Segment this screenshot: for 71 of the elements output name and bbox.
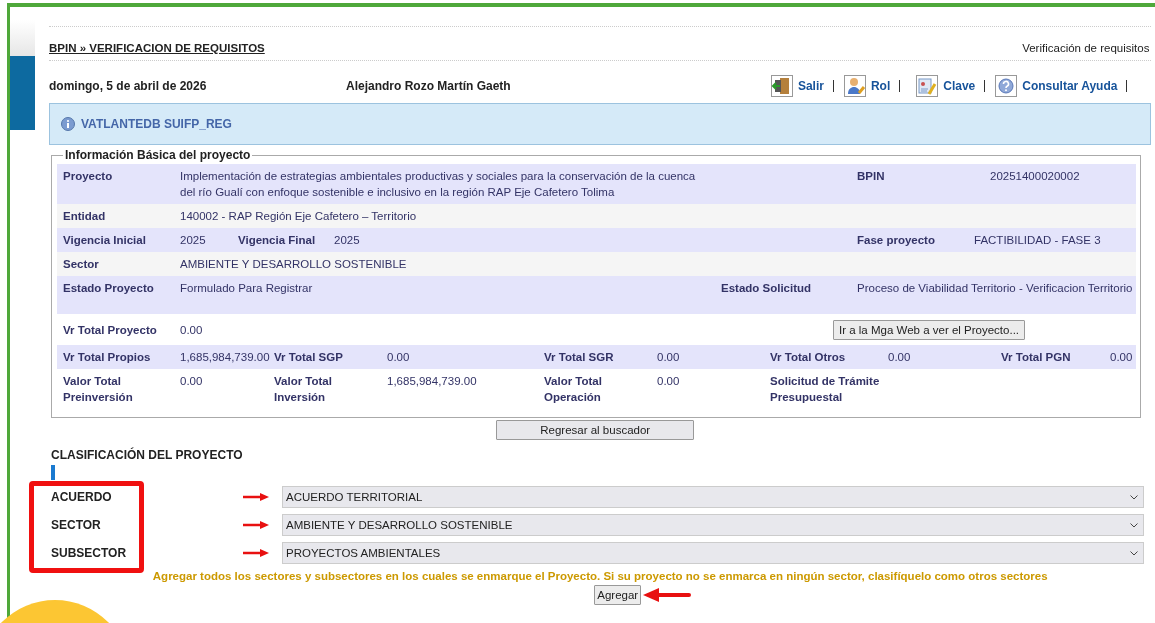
field-label: Vr Total Otros xyxy=(769,350,847,365)
date-text: domingo, 5 de abril de 2026 xyxy=(49,79,208,93)
field-label: Valor Total Inversión xyxy=(273,374,333,405)
section-marker xyxy=(51,465,55,480)
dropdown[interactable]: ACUERDO TERRITORIAL xyxy=(282,486,1145,508)
field-value: 2025 xyxy=(333,233,361,248)
add-button[interactable]: Agregar xyxy=(594,585,642,605)
field-label: Solicitud de Trámite Presupuestal xyxy=(769,374,881,405)
field-value: 0.00 xyxy=(386,350,411,365)
breadcrumb[interactable]: BPIN » VERIFICACION DE REQUISITOS xyxy=(49,42,265,54)
field-label: Valor Total Operación xyxy=(543,374,603,405)
field-value: 0.00 xyxy=(179,374,204,389)
field-label: Sector xyxy=(62,257,100,272)
toolbar-link[interactable]: Clave xyxy=(943,79,976,93)
field-value: 2025 xyxy=(179,233,207,248)
arrow-icon xyxy=(243,548,269,558)
field-value: 0.00 xyxy=(887,350,912,365)
dropdown[interactable]: PROYECTOS AMBIENTALES xyxy=(282,542,1145,564)
field-label: Fase proyecto xyxy=(856,233,936,248)
field-value: 1,685,984,739.00 xyxy=(179,350,268,365)
field-label: Vigencia Inicial xyxy=(62,233,147,248)
field-label: Vr Total Proyecto xyxy=(62,322,158,338)
help-icon xyxy=(995,75,1018,97)
page-title: Verificación de requisitos xyxy=(1022,42,1150,54)
toolbar-link[interactable]: Salir xyxy=(797,79,824,93)
panel-legend: Información Básica del proyecto xyxy=(63,148,253,162)
banner-text: VATLANTEDB SUIFP_REG xyxy=(81,117,232,131)
field-value: Proceso de Viabilidad Territorio - Verificacion Territorio xyxy=(856,281,1134,296)
field-label: SUBSECTOR xyxy=(50,546,128,560)
toolbar-link[interactable]: Rol xyxy=(870,79,891,93)
id-card-icon xyxy=(916,75,939,97)
field-label: Estado Solicitud xyxy=(720,281,813,296)
field-label: ACUERDO xyxy=(50,490,113,504)
field-label: Vr Total SGR xyxy=(543,350,615,365)
field-value: 1,685,984,739.00 xyxy=(386,374,478,389)
field-value: AMBIENTE Y DESARROLLO SOSTENIBLE xyxy=(179,257,408,272)
back-to-search-button[interactable]: Regresar al buscador xyxy=(496,420,695,440)
field-label: Vr Total SGP xyxy=(273,350,344,365)
field-value: 140002 - RAP Región Eje Cafetero – Territorio xyxy=(179,209,418,224)
field-value: 0.00 xyxy=(656,350,681,365)
field-label: BPIN xyxy=(856,169,886,184)
user-icon xyxy=(843,75,866,97)
dropdown[interactable]: AMBIENTE Y DESARROLLO SOSTENIBLE xyxy=(282,514,1145,536)
field-label: Vigencia Final xyxy=(237,233,317,248)
field-value: 20251400020002 xyxy=(989,169,1081,184)
field-label: Estado Proyecto xyxy=(62,281,155,296)
mga-web-button[interactable]: Ir a la Mga Web a ver el Proyecto... xyxy=(833,319,1026,340)
field-value: 0.00 xyxy=(179,322,204,338)
field-label: Valor Total Preinversión xyxy=(62,374,134,405)
chevron-icon xyxy=(1130,550,1139,556)
field-label: Entidad xyxy=(62,209,107,224)
arrow-icon xyxy=(643,587,692,603)
field-label: Proyecto xyxy=(62,169,114,184)
field-value: Implementación de estrategias ambientales productivas y sociales para la conservación de la cuenca del río Gualí con enfoque sostenible e inclusivo en la región RAP Eje Cafetero Tolima xyxy=(179,169,697,200)
field-value: FACTIBILIDAD - FASE 3 xyxy=(973,233,1102,248)
field-value: 0.00 xyxy=(656,374,681,389)
field-value: 0.00 xyxy=(1109,350,1134,365)
user-name: Alejandro Rozo Martín Gaeth xyxy=(346,79,511,93)
info-icon xyxy=(61,117,75,131)
chevron-icon xyxy=(1130,522,1139,528)
arrow-icon xyxy=(243,520,269,530)
hint-text: Agregar todos los sectores y subsectores en los cuales se enmarque el Proyecto. Si su proyecto no se enmarca en ningún sector, clasifíquelo como otros sectores xyxy=(151,570,1049,582)
field-value: Formulado Para Registrar xyxy=(179,281,314,296)
door-icon xyxy=(770,75,793,97)
chevron-icon xyxy=(1130,494,1139,500)
field-label: SECTOR xyxy=(50,518,102,532)
field-label: Vr Total PGN xyxy=(1000,350,1072,365)
arrow-icon xyxy=(243,492,269,502)
section-title: CLASIFICACIÓN DEL PROYECTO xyxy=(51,448,244,462)
toolbar-link[interactable]: Consultar Ayuda xyxy=(1022,79,1118,93)
field-label: Vr Total Propios xyxy=(62,350,152,365)
